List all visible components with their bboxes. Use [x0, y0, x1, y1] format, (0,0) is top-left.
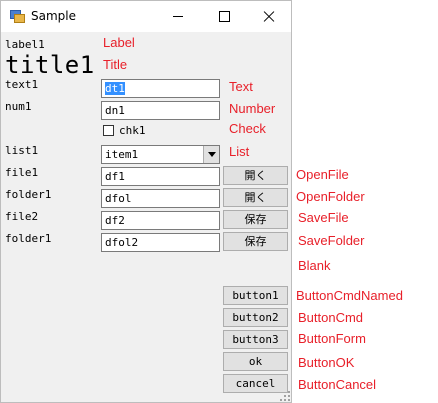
folder1-input[interactable]: dfol [101, 189, 220, 208]
file2-save-button[interactable]: 保存 [223, 210, 288, 229]
annotation-button-form: ButtonForm [298, 331, 366, 346]
num1-label: num1 [5, 100, 32, 113]
list1-label: list1 [5, 144, 39, 157]
app-icon [10, 10, 25, 23]
annotation-check: Check [229, 121, 266, 136]
annotation-label: Label [103, 35, 135, 50]
sample-window: Sample label1 title1 text1 dt1 num1 dn1 … [0, 0, 292, 403]
chk1-label[interactable]: chk1 [119, 124, 146, 137]
resize-grip[interactable] [280, 391, 290, 401]
annotation-list: List [229, 144, 250, 159]
file2-label: file2 [5, 210, 39, 223]
ok-button[interactable]: ok [223, 352, 288, 371]
window-title: Sample [31, 9, 76, 23]
folder2-save-button[interactable]: 保存 [223, 232, 288, 251]
button2[interactable]: button2 [223, 308, 288, 327]
title1-text: title1 [5, 51, 95, 79]
annotation-blank: Blank [298, 258, 331, 273]
button3[interactable]: button3 [223, 330, 288, 349]
list1-combobox[interactable]: item1 [101, 145, 220, 164]
cancel-button[interactable]: cancel [223, 374, 288, 393]
list1-selected: item1 [105, 148, 139, 161]
annotation-button-cancel: ButtonCancel [298, 377, 377, 392]
maximize-button[interactable] [201, 1, 247, 32]
annotation-save-file: SaveFile [298, 210, 349, 225]
annotation-open-file: OpenFile [296, 167, 349, 182]
text1-label: text1 [5, 78, 39, 91]
text1-value: dt1 [105, 82, 125, 95]
num1-input[interactable]: dn1 [101, 101, 220, 120]
file1-label: file1 [5, 166, 39, 179]
annotation-title: Title [103, 57, 128, 72]
annotation-text: Text [229, 79, 253, 94]
chk1-checkbox[interactable] [103, 125, 114, 136]
minimize-icon [173, 16, 183, 17]
folder2-input[interactable]: dfol2 [101, 233, 220, 252]
annotation-save-folder: SaveFolder [298, 233, 365, 248]
folder1-label: folder1 [5, 188, 52, 201]
annotation-button-ok: ButtonOK [298, 355, 355, 370]
folder1-open-button[interactable]: 開く [223, 188, 288, 207]
annotation-button-cmd: ButtonCmd [298, 310, 364, 325]
close-icon [263, 11, 275, 23]
file1-value: df1 [105, 170, 125, 183]
minimize-button[interactable] [155, 1, 201, 32]
list1-dropdown-button[interactable] [203, 146, 219, 163]
annotation-button-cmd-named: ButtonCmdNamed [296, 288, 403, 303]
folder2-label: folder1 [5, 232, 52, 245]
folder1-value: dfol [105, 192, 132, 205]
file2-value: df2 [105, 214, 125, 227]
annotation-number: Number [229, 101, 276, 116]
button1[interactable]: button1 [223, 286, 288, 305]
file1-open-button[interactable]: 開く [223, 166, 288, 185]
file1-input[interactable]: df1 [101, 167, 220, 186]
label1-text: label1 [5, 38, 45, 51]
file2-input[interactable]: df2 [101, 211, 220, 230]
num1-value: dn1 [105, 104, 125, 117]
title-bar[interactable]: Sample [1, 1, 291, 32]
chevron-down-icon [207, 152, 216, 157]
maximize-icon [218, 11, 230, 22]
folder2-value: dfol2 [105, 236, 139, 249]
text1-input[interactable]: dt1 [101, 79, 220, 98]
annotation-open-folder: OpenFolder [296, 189, 365, 204]
close-button[interactable] [246, 1, 292, 32]
